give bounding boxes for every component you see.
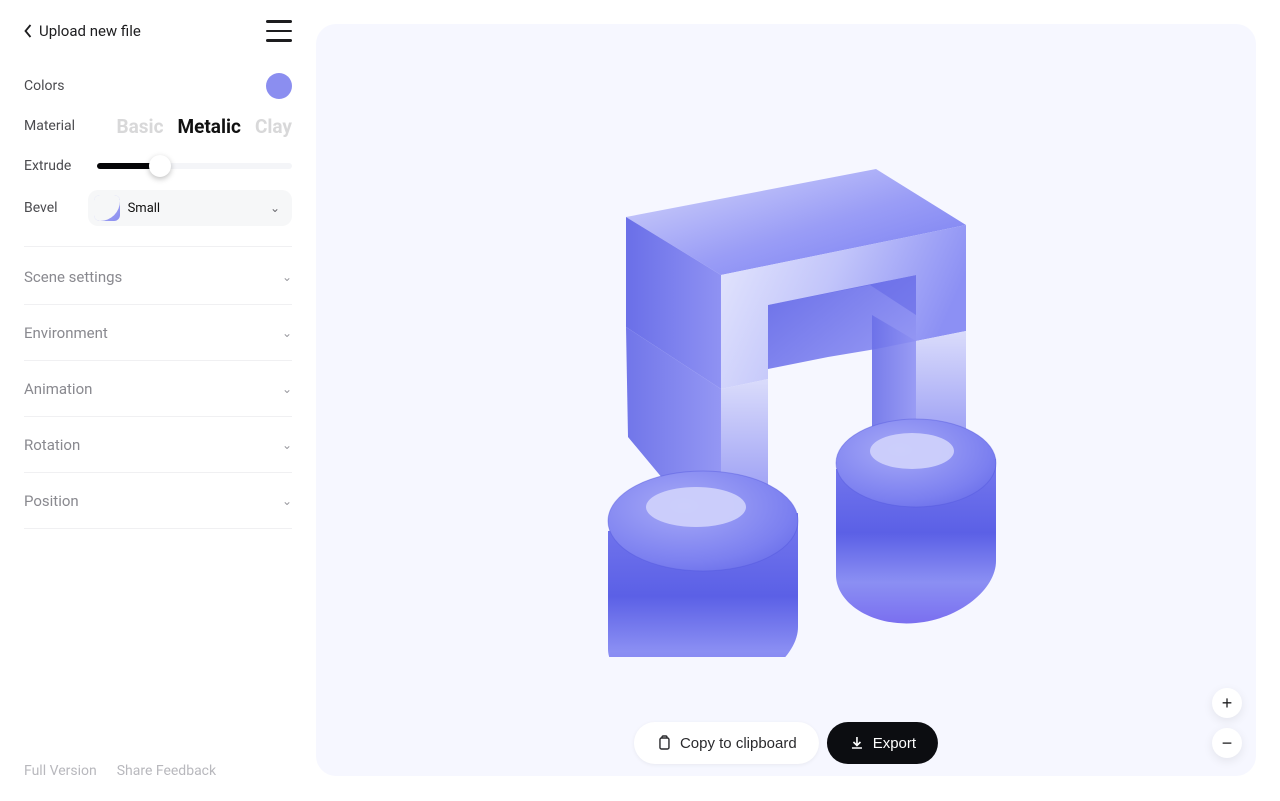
- material-label: Material: [24, 118, 75, 134]
- extrude-label: Extrude: [24, 158, 71, 174]
- music-note-icon: [536, 117, 1036, 657]
- extrude-row: Extrude: [24, 150, 292, 182]
- chevron-down-icon: ⌄: [282, 270, 292, 284]
- zoom-out-button[interactable]: −: [1212, 728, 1242, 758]
- footer-links: Full Version Share Feedback: [24, 763, 216, 779]
- bevel-select[interactable]: Small ⌄: [88, 190, 292, 226]
- bevel-value: Small: [128, 201, 161, 216]
- color-swatch[interactable]: [266, 73, 292, 99]
- chevron-down-icon: ⌄: [282, 382, 292, 396]
- export-label: Export: [873, 735, 916, 752]
- section-rotation-title: Rotation: [24, 436, 80, 454]
- share-feedback-link[interactable]: Share Feedback: [117, 763, 216, 779]
- sidebar-header: Upload new file: [24, 20, 292, 42]
- zoom-in-button[interactable]: +: [1212, 688, 1242, 718]
- action-bar: Copy to clipboard Export: [634, 722, 938, 764]
- bevel-row: Bevel Small ⌄: [24, 190, 292, 226]
- upload-new-file-button[interactable]: Upload new file: [24, 22, 141, 40]
- colors-row: Colors: [24, 70, 292, 102]
- section-position[interactable]: Position ⌄: [24, 473, 292, 529]
- section-scene-title: Scene settings: [24, 268, 122, 286]
- download-icon: [849, 735, 865, 751]
- section-environment-title: Environment: [24, 324, 108, 342]
- material-tab-metalic[interactable]: Metalic: [177, 115, 240, 138]
- colors-label: Colors: [24, 78, 64, 94]
- chevron-down-icon: ⌄: [282, 494, 292, 508]
- section-position-title: Position: [24, 492, 79, 510]
- full-version-link[interactable]: Full Version: [24, 763, 97, 779]
- copy-to-clipboard-button[interactable]: Copy to clipboard: [634, 722, 819, 764]
- copy-label: Copy to clipboard: [680, 735, 797, 752]
- bevel-label: Bevel: [24, 200, 58, 216]
- model-preview: [536, 117, 1036, 661]
- material-tab-clay[interactable]: Clay: [255, 115, 292, 138]
- material-tabs: Basic Metalic Clay: [117, 115, 293, 138]
- section-scene-settings[interactable]: Scene settings ⌄: [24, 249, 292, 305]
- extrude-slider[interactable]: [97, 163, 292, 169]
- section-animation[interactable]: Animation ⌄: [24, 361, 292, 417]
- extrude-thumb[interactable]: [149, 155, 171, 177]
- chevron-left-icon: [24, 24, 33, 38]
- export-button[interactable]: Export: [827, 722, 938, 764]
- clipboard-icon: [656, 735, 672, 751]
- material-tab-basic[interactable]: Basic: [117, 115, 164, 138]
- zoom-controls: + −: [1212, 688, 1242, 758]
- section-animation-title: Animation: [24, 380, 92, 398]
- chevron-down-icon: ⌄: [282, 438, 292, 452]
- hamburger-menu-button[interactable]: [266, 20, 292, 42]
- section-environment[interactable]: Environment ⌄: [24, 305, 292, 361]
- material-row: Material Basic Metalic Clay: [24, 110, 292, 142]
- chevron-down-icon: ⌄: [282, 326, 292, 340]
- upload-new-file-label: Upload new file: [39, 22, 141, 40]
- chevron-down-icon: ⌄: [270, 201, 280, 215]
- sidebar: Upload new file Colors Material Basic Me…: [0, 0, 316, 801]
- canvas-viewport[interactable]: + − Copy to clipboard Export: [316, 24, 1256, 776]
- bevel-preview-icon: [94, 195, 120, 221]
- section-rotation[interactable]: Rotation ⌄: [24, 417, 292, 473]
